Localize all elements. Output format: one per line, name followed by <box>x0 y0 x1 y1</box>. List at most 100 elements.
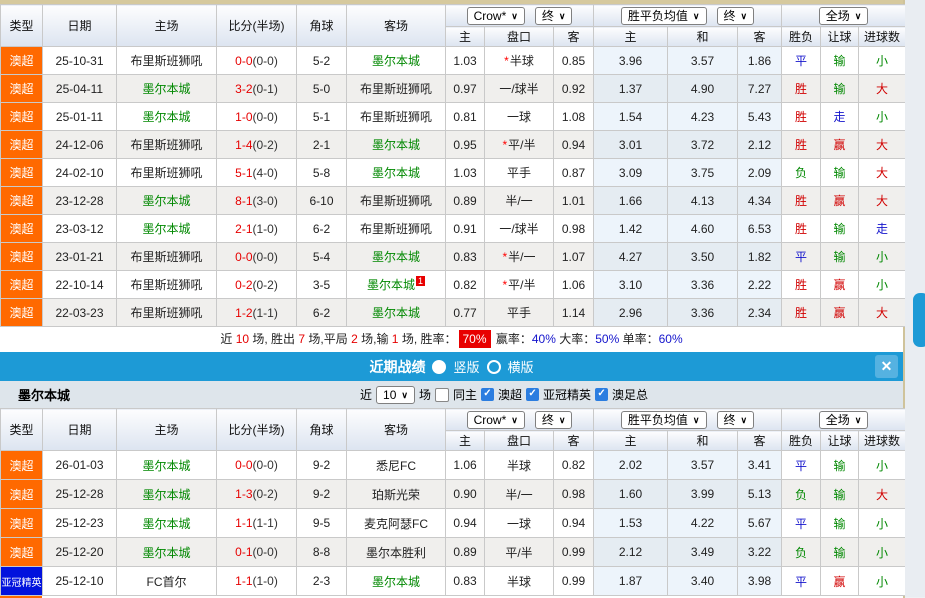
chevron-down-icon: ∨ <box>741 413 748 427</box>
league3-checkbox-checked[interactable]: ✓ <box>595 388 608 401</box>
col-header-away: 客场 <box>347 409 446 451</box>
europe-home-odds: 1.42 <box>594 215 668 243</box>
wdl-result: 胜 <box>782 103 821 131</box>
match-row: 澳超24-12-06布里斯班狮吼1-4(0-2)2-1墨尔本城0.95*平/半0… <box>1 131 906 159</box>
home-team: 墨尔本城 <box>117 75 217 103</box>
away-team: 墨尔本城 <box>347 47 446 75</box>
col-header-score: 比分(半场) <box>217 5 297 47</box>
europe-home-odds: 3.01 <box>594 131 668 159</box>
europe-draw-odds: 3.36 <box>668 299 738 327</box>
score-cell: 2-1(1-0) <box>217 215 297 243</box>
filter-controls: 近 10∨ 场 同主 ✓ 澳超 ✓ 亚冠精英 ✓ 澳足总 <box>360 381 648 408</box>
league-badge: 澳超 <box>1 47 43 75</box>
home-team: 墨尔本城 <box>117 509 217 538</box>
scope-select[interactable]: 全场∨ <box>819 7 869 25</box>
wdl-result: 胜 <box>782 271 821 299</box>
scope-select[interactable]: 全场∨ <box>819 411 869 429</box>
bookmaker-select[interactable]: Crow*∨ <box>467 411 525 429</box>
match-date: 22-10-14 <box>43 271 117 299</box>
match-date: 23-12-28 <box>43 187 117 215</box>
handicap-result: 输 <box>821 215 859 243</box>
league-badge: 澳超 <box>1 103 43 131</box>
asia-away-odds: 0.85 <box>554 47 594 75</box>
same-home-checkbox[interactable] <box>435 388 449 402</box>
league3-label: 澳足总 <box>612 386 648 403</box>
goals-result: 小 <box>859 451 906 480</box>
chevron-down-icon: ∨ <box>855 413 862 427</box>
summary-text: 单率： <box>619 332 658 346</box>
chevron-down-icon: ∨ <box>693 9 700 23</box>
corner-cell: 8-8 <box>297 538 347 567</box>
sub-header-asia-away: 客 <box>554 27 594 47</box>
goals-result: 大 <box>859 187 906 215</box>
europe-draw-odds: 3.99 <box>668 480 738 509</box>
wdl-result: 胜 <box>782 187 821 215</box>
goals-result: 小 <box>859 243 906 271</box>
corner-cell: 2-3 <box>297 567 347 596</box>
asia-period-select[interactable]: 终∨ <box>535 7 573 25</box>
away-team: 墨尔本胜利 <box>347 538 446 567</box>
asia-away-odds: 0.92 <box>554 75 594 103</box>
europe-draw-odds: 4.90 <box>668 75 738 103</box>
europe-odds-select[interactable]: 胜平负均值∨ <box>621 7 707 25</box>
asia-home-odds: 0.89 <box>446 187 485 215</box>
europe-period-select[interactable]: 终∨ <box>717 7 755 25</box>
home-team: 墨尔本城 <box>117 451 217 480</box>
league-badge: 澳超 <box>1 299 43 327</box>
match-count-select[interactable]: 10∨ <box>376 386 415 404</box>
vertical-layout-label[interactable]: 竖版 <box>453 357 479 376</box>
asia-handicap: *半球 <box>485 47 554 75</box>
result-group-header: 全场∨ <box>782 5 906 27</box>
league2-checkbox-checked[interactable]: ✓ <box>526 388 539 401</box>
europe-odds-select[interactable]: 胜平负均值∨ <box>621 411 707 429</box>
match-date: 25-10-31 <box>43 47 117 75</box>
summary-text: 大率： <box>556 332 595 346</box>
goals-result: 大 <box>859 299 906 327</box>
chevron-down-icon: ∨ <box>511 413 518 427</box>
summary-rate: 60% <box>659 332 683 346</box>
handicap-result: 赢 <box>821 131 859 159</box>
close-button[interactable]: ✕ <box>875 355 898 378</box>
sub-header-eu-away: 客 <box>738 431 782 451</box>
col-header-home: 主场 <box>117 5 217 47</box>
europe-odds-group-header: 胜平负均值∨ 终∨ <box>594 5 782 27</box>
europe-draw-odds: 3.49 <box>668 538 738 567</box>
score-cell: 0-0(0-0) <box>217 243 297 271</box>
bookmaker-select[interactable]: Crow*∨ <box>467 7 525 25</box>
score-cell: 0-0(0-0) <box>217 451 297 480</box>
col-header-corner: 角球 <box>297 409 347 451</box>
europe-away-odds: 3.41 <box>738 451 782 480</box>
europe-draw-odds: 4.22 <box>668 509 738 538</box>
goals-result: 大 <box>859 75 906 103</box>
asia-away-odds: 1.07 <box>554 243 594 271</box>
league-badge: 澳超 <box>1 538 43 567</box>
europe-home-odds: 2.02 <box>594 451 668 480</box>
asia-away-odds: 1.14 <box>554 299 594 327</box>
europe-away-odds: 5.13 <box>738 480 782 509</box>
handicap-result: 输 <box>821 509 859 538</box>
league1-checkbox-checked[interactable]: ✓ <box>481 388 494 401</box>
games-label: 场 <box>419 386 431 403</box>
scrollbar-thumb[interactable] <box>913 293 925 347</box>
europe-period-select[interactable]: 终∨ <box>717 411 755 429</box>
asia-home-odds: 0.89 <box>446 538 485 567</box>
europe-away-odds: 3.98 <box>738 567 782 596</box>
changed-line-asterisk-icon: * <box>502 138 507 152</box>
handicap-result: 输 <box>821 538 859 567</box>
radio-unselected-icon[interactable] <box>487 360 501 374</box>
match-date: 22-03-23 <box>43 299 117 327</box>
home-team: 墨尔本城 <box>117 215 217 243</box>
radio-selected-icon[interactable] <box>432 360 446 374</box>
asia-period-select[interactable]: 终∨ <box>535 411 573 429</box>
horizontal-layout-label[interactable]: 横版 <box>508 357 534 376</box>
asia-home-odds: 1.06 <box>446 451 485 480</box>
home-team: 布里斯班狮吼 <box>117 243 217 271</box>
europe-odds-group-header: 胜平负均值∨ 终∨ <box>594 409 782 431</box>
wdl-result: 平 <box>782 243 821 271</box>
league-badge: 澳超 <box>1 271 43 299</box>
col-header-type: 类型 <box>1 5 43 47</box>
asia-home-odds: 0.90 <box>446 480 485 509</box>
away-team: 墨尔本城 <box>347 567 446 596</box>
goals-result: 小 <box>859 103 906 131</box>
corner-cell: 5-1 <box>297 103 347 131</box>
